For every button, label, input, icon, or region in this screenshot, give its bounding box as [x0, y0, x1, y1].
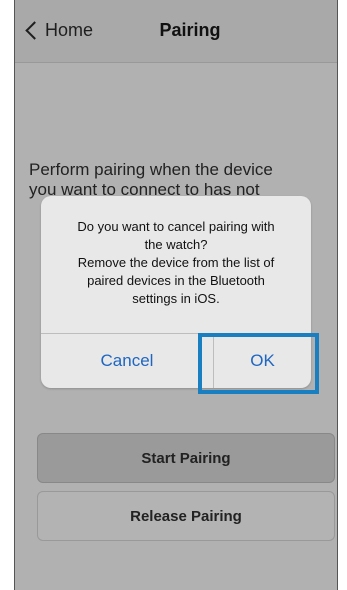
alert-message: Do you want to cancel pairing with the w… — [41, 218, 311, 308]
start-pairing-button[interactable]: Start Pairing — [37, 433, 335, 483]
cancel-button[interactable]: Cancel — [41, 334, 213, 388]
alert-message-line: paired devices in the Bluetooth — [87, 273, 265, 288]
instruction-line: Perform pairing when the device — [29, 160, 273, 179]
alert-message-line: Remove the device from the list of — [77, 255, 275, 270]
navigation-bar: Home Pairing — [15, 0, 337, 63]
ok-button-highlight — [198, 333, 319, 394]
release-pairing-button[interactable]: Release Pairing — [37, 491, 335, 541]
pairing-instructions: Perform pairing when the device you want… — [29, 160, 329, 200]
alert-message-line: the watch? — [144, 237, 208, 252]
phone-screen: Home Pairing Perform pairing when the de… — [14, 0, 338, 590]
alert-message-line: settings in iOS. — [132, 291, 220, 306]
alert-message-line: Do you want to cancel pairing with — [77, 219, 275, 234]
page-title: Pairing — [159, 20, 221, 40]
